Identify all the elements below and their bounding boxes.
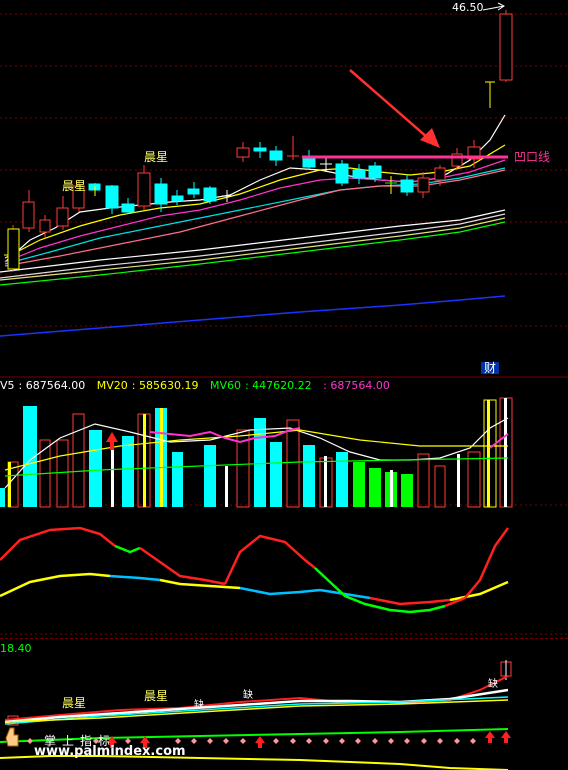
- candle: [434, 167, 446, 181]
- annotation-arrow: [349, 69, 440, 148]
- volume-indicator-bar: V5: 687564.00 MV20: 585630.19 MV60: 4476…: [0, 379, 398, 392]
- volume-bar: [143, 414, 146, 507]
- gap-label: 缺: [194, 700, 204, 711]
- panel-dividers: [0, 376, 568, 639]
- lower-value-label: 18.40: [0, 642, 32, 655]
- volume-bar: [417, 453, 430, 508]
- candle: [335, 163, 349, 184]
- candle: [417, 177, 430, 193]
- volume-bar: [111, 440, 114, 507]
- candle: [121, 203, 135, 213]
- volume-bars[interactable]: [0, 397, 513, 508]
- volume-bar: [122, 436, 134, 507]
- volume-bar: [434, 465, 446, 508]
- indicator-name: V5: [0, 379, 15, 392]
- event-badge[interactable]: 财: [481, 362, 500, 374]
- volume-bar: [254, 418, 266, 507]
- watermark: www.palmindex.com: [34, 744, 186, 759]
- volume-bar: [172, 452, 183, 507]
- indicator-value: 447620.22: [252, 379, 312, 392]
- volume-bar: [467, 451, 481, 508]
- indicator-mv60: MV60: 447620.22: [209, 379, 312, 392]
- candle: [7, 228, 20, 270]
- volume-bar: [336, 452, 348, 507]
- candle: [105, 185, 119, 209]
- volume-bar: [353, 462, 365, 507]
- high-pointer: [482, 2, 505, 11]
- lower-pattern-label: 晨星: [144, 689, 169, 703]
- volume-bar: [204, 445, 216, 507]
- volume-bar: [89, 430, 102, 507]
- candle: [171, 195, 184, 202]
- gap-label: 缺: [243, 690, 253, 701]
- volume-bar: [324, 456, 327, 507]
- volume-bar: [401, 474, 413, 507]
- volume-bar: [56, 439, 69, 508]
- indicator-name: MV20: [96, 379, 128, 392]
- volume-bar: [504, 398, 507, 507]
- volume-bar: [0, 488, 5, 507]
- ma-white-long-1: [0, 209, 506, 273]
- candle: [56, 207, 69, 227]
- candle: [203, 187, 217, 202]
- volume-bar: [225, 466, 228, 507]
- hand-cursor-icon: [5, 727, 19, 747]
- price-ma-lines: [0, 114, 506, 337]
- candle: [253, 147, 267, 152]
- volume-bar: [160, 408, 163, 507]
- volume-bar: [303, 445, 315, 507]
- up-arrow-icon: [106, 432, 118, 450]
- indicator-value: 585630.19: [138, 379, 199, 392]
- volume-bar: [457, 454, 460, 507]
- volume-bar: [270, 442, 282, 507]
- notch-line-label: 凹口线: [514, 150, 551, 164]
- candle: [499, 13, 513, 81]
- candle: [187, 188, 200, 195]
- indicator-mv20: MV20: 585630.19: [96, 379, 199, 392]
- candle: [236, 147, 250, 158]
- candle: [368, 165, 382, 179]
- indicator-value: 687564.00: [330, 379, 390, 392]
- candle: [22, 201, 35, 229]
- volume-bar: [487, 400, 490, 507]
- indicator-unnamed: : 687564.00: [323, 379, 390, 392]
- high-price-label: 46.50: [452, 1, 484, 14]
- candle: [400, 179, 414, 193]
- ma-blue-long: [0, 295, 506, 337]
- pattern-label-morning-star: 晨星: [62, 179, 87, 193]
- pattern-label-morning-star: 晨星: [144, 150, 169, 164]
- candle: [154, 183, 168, 205]
- indicator-value: 687564.00: [25, 379, 86, 392]
- candle: [39, 219, 51, 233]
- volume-bar: [72, 413, 85, 508]
- ma-magenta: [4, 159, 506, 263]
- candle: [352, 169, 366, 179]
- indicator-name: MV60: [209, 379, 241, 392]
- volume-bar: [286, 419, 300, 508]
- lower-pattern-label: 晨星: [62, 696, 87, 710]
- indicator-v5: V5: 687564.00: [0, 379, 86, 392]
- volume-bar: [369, 468, 381, 507]
- oscillator-lines: [0, 526, 510, 614]
- gap-label: 缺: [488, 679, 498, 690]
- volume-bar: [390, 470, 393, 507]
- candle: [269, 150, 283, 161]
- candle: [137, 172, 151, 207]
